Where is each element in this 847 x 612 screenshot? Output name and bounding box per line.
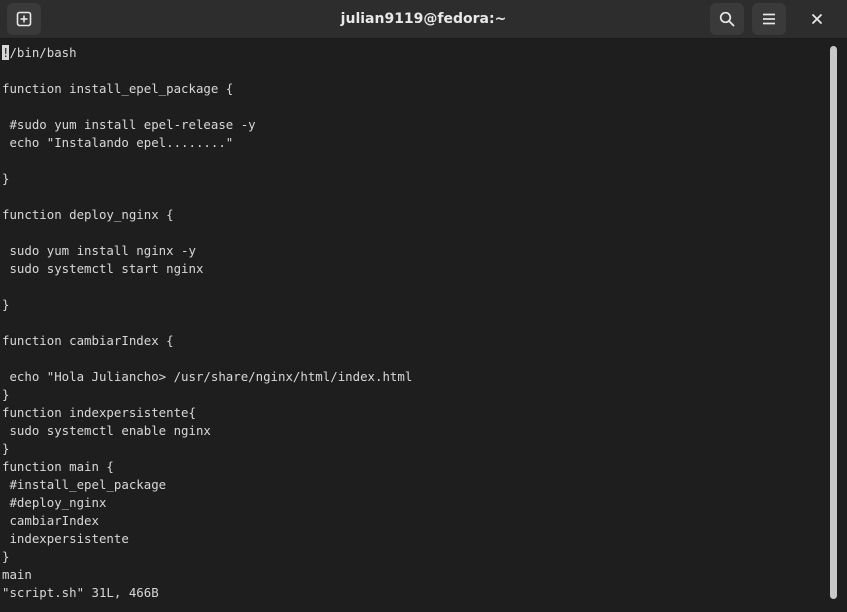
terminal-line: function indexpersistente{ — [2, 405, 196, 420]
terminal-line: } — [2, 549, 10, 564]
close-icon — [811, 13, 823, 25]
terminal-line: function deploy_nginx { — [2, 207, 174, 222]
close-button[interactable] — [800, 3, 834, 35]
title-bar[interactable]: julian9119@fedora:~ — [0, 0, 847, 39]
terminal-line: #install_epel_package — [2, 477, 167, 492]
terminal-line: sudo yum install nginx -y — [2, 243, 196, 258]
terminal-window: julian9119@fedora:~ !/bin/bash function … — [0, 0, 847, 612]
terminal-line: } — [2, 171, 10, 186]
menu-button[interactable] — [752, 3, 786, 35]
terminal-line: main — [2, 567, 32, 582]
terminal-line: indexpersistente — [2, 531, 129, 546]
vim-status-line: "script.sh" 31L, 466B — [2, 585, 159, 600]
terminal-line: #deploy_nginx — [2, 495, 107, 510]
terminal-line: function install_epel_package { — [2, 81, 234, 96]
terminal-line: } — [2, 441, 10, 456]
terminal-line: sudo systemctl enable nginx — [2, 423, 211, 438]
terminal-line: function cambiarIndex { — [2, 333, 174, 348]
search-icon — [719, 11, 735, 27]
hamburger-menu-icon — [761, 11, 777, 27]
terminal-line: echo "Hola Juliancho> /usr/share/nginx/h… — [2, 369, 413, 384]
terminal-line: #sudo yum install epel-release -y — [2, 117, 256, 132]
new-tab-icon — [16, 11, 32, 27]
terminal-line: function main { — [2, 459, 114, 474]
terminal-line: sudo systemctl start nginx — [2, 261, 204, 276]
new-tab-button[interactable] — [7, 3, 41, 35]
terminal-line: cambiarIndex — [2, 513, 99, 528]
terminal-line: !/bin/bash — [2, 45, 77, 60]
terminal-text-area[interactable]: !/bin/bash function install_epel_package… — [0, 39, 828, 612]
terminal-line: } — [2, 297, 10, 312]
search-button[interactable] — [710, 3, 744, 35]
terminal-line: echo "Instalando epel........" — [2, 135, 234, 150]
scrollbar-thumb[interactable] — [830, 46, 837, 599]
terminal-line: } — [2, 387, 10, 402]
